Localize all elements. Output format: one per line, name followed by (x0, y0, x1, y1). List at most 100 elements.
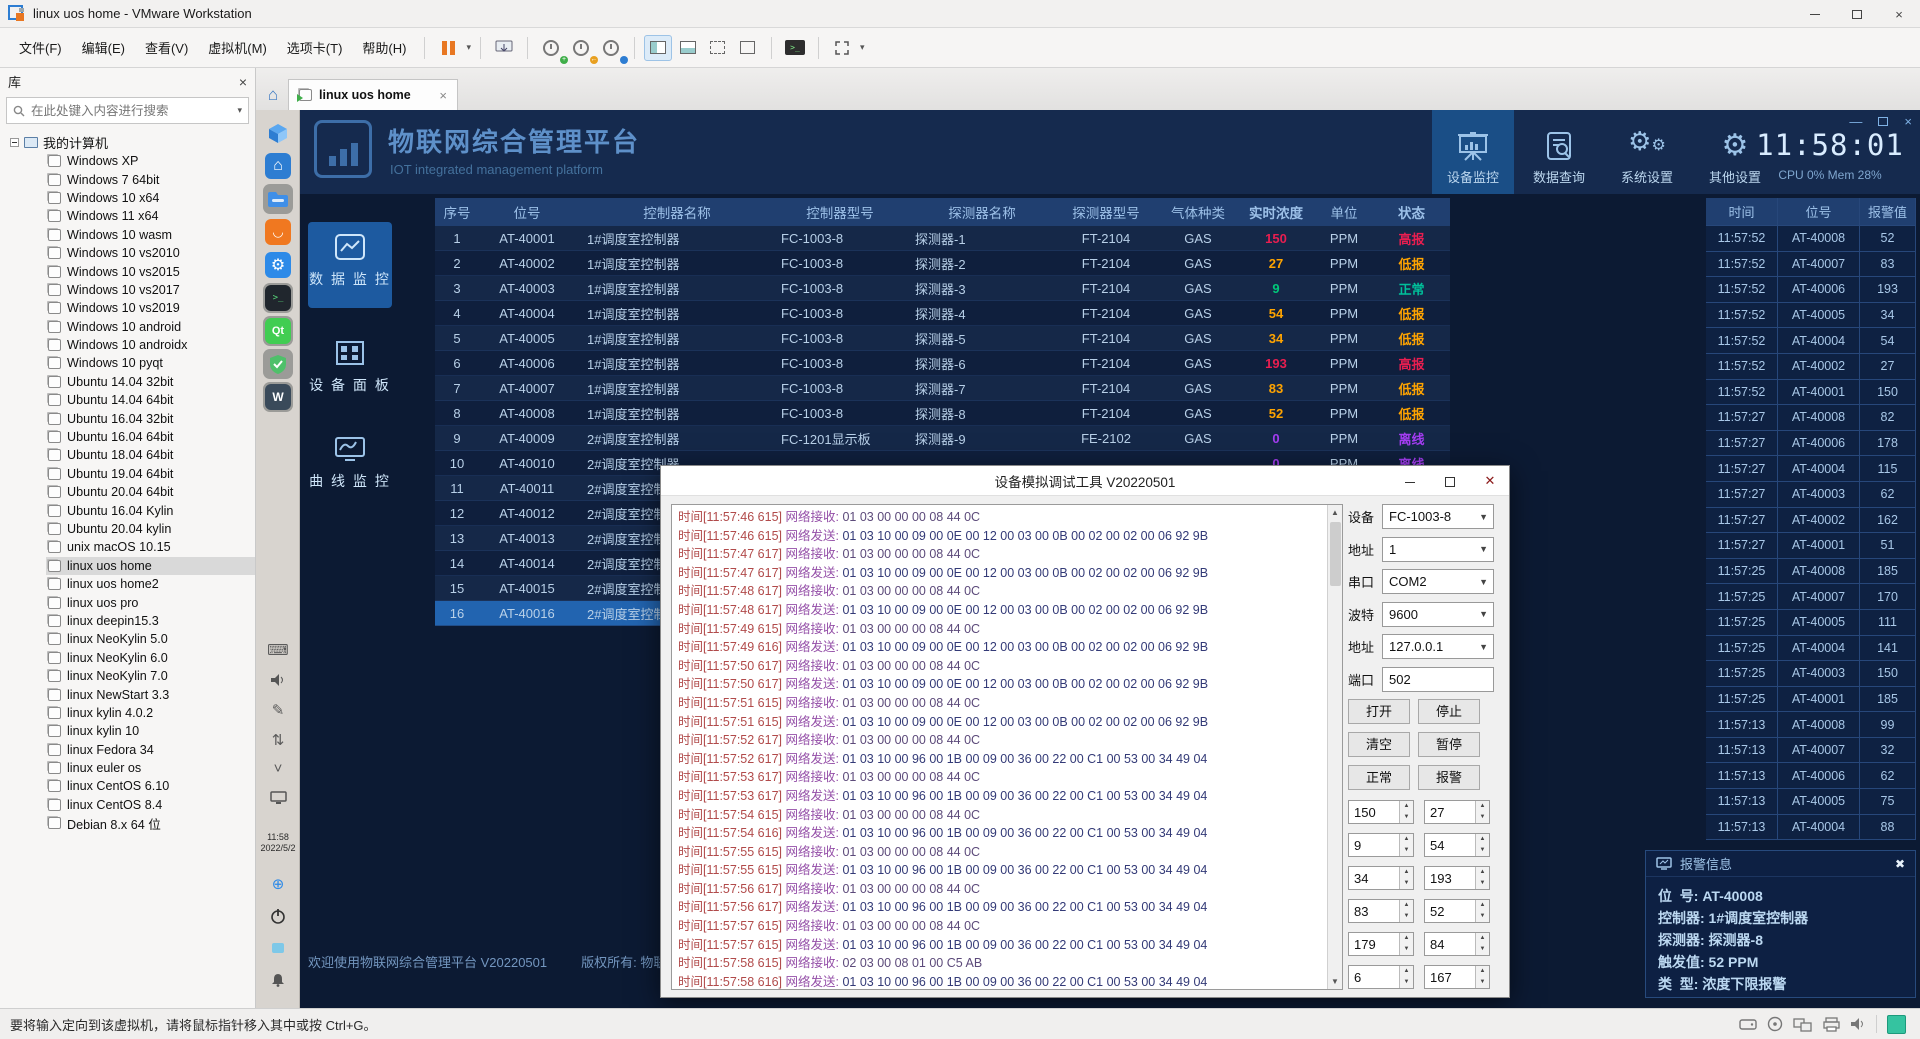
alarm-list-row[interactable]: 11:57:13 AT-40006 62 (1706, 763, 1916, 789)
device-table-row[interactable]: 6 AT-40006 1#调度室控制器 FC-1003-8 探测器-6 FT-2… (435, 351, 1450, 376)
alarm-info-close-icon[interactable]: ✖ (1895, 857, 1905, 871)
fullscreen-icon[interactable] (828, 35, 856, 61)
pause-dropdown-icon[interactable]: ▾ (466, 42, 471, 53)
alarm-list-row[interactable]: 11:57:27 AT-40006 178 (1706, 431, 1916, 457)
value-spinner[interactable]: 179 ▲▼ (1348, 932, 1414, 956)
combo-arrow-icon[interactable]: ▼ (1479, 544, 1488, 554)
alarm-list-row[interactable]: 11:57:52 AT-40001 150 (1706, 380, 1916, 406)
dialog-close-icon[interactable]: ✕ (1477, 473, 1503, 489)
launcher-icon[interactable] (263, 118, 293, 148)
dialog-button[interactable]: 报警 (1418, 765, 1480, 790)
vm-list-item[interactable]: linux NeoKylin 6.0 (46, 649, 255, 667)
alarm-list-row[interactable]: 11:57:27 AT-40003 62 (1706, 482, 1916, 508)
spinner-arrows[interactable]: ▲▼ (1399, 834, 1413, 856)
tree-collapse-icon[interactable] (10, 138, 19, 147)
combo-arrow-icon[interactable]: ▼ (1479, 512, 1488, 522)
fullscreen-dropdown-icon[interactable]: ▾ (860, 42, 865, 53)
snapshot-manager-icon[interactable] (597, 35, 625, 61)
device-table-row[interactable]: 2 AT-40002 1#调度室控制器 FC-1003-8 探测器-2 FT-2… (435, 251, 1450, 276)
value-spinner[interactable]: 84 ▲▼ (1424, 932, 1490, 956)
show-library-icon[interactable] (644, 35, 672, 61)
spinner-arrows[interactable]: ▲▼ (1399, 933, 1413, 955)
vm-list-item[interactable]: Ubuntu 20.04 kylin (46, 520, 255, 538)
sidenav-data-monitor[interactable]: 数 据 监 控 (308, 222, 392, 308)
tab-close-icon[interactable]: × (439, 88, 447, 103)
vm-list-item[interactable]: Ubuntu 16.04 Kylin (46, 501, 255, 519)
usb-devices-icon[interactable] (1793, 1017, 1813, 1032)
spinner-arrows[interactable]: ▲▼ (1475, 801, 1489, 823)
collapse-icon[interactable]: ˅ (266, 756, 290, 780)
library-search[interactable]: ▾ (6, 97, 249, 124)
vm-list-item[interactable]: Ubuntu 20.04 64bit (46, 483, 255, 501)
vm-list-item[interactable]: linux kylin 4.0.2 (46, 704, 255, 722)
vm-list-item[interactable]: Windows 10 vs2015 (46, 262, 255, 280)
alarm-list-row[interactable]: 11:57:27 AT-40008 82 (1706, 405, 1916, 431)
device-table-row[interactable]: 5 AT-40005 1#调度室控制器 FC-1003-8 探测器-5 FT-2… (435, 326, 1450, 351)
vm-list-item[interactable]: Ubuntu 19.04 64bit (46, 465, 255, 483)
field-input[interactable]: COM2 ▼ (1382, 569, 1494, 594)
alarm-list-row[interactable]: 11:57:25 AT-40005 111 (1706, 610, 1916, 636)
search-scope-dropdown-icon[interactable]: ▾ (237, 105, 242, 116)
spinner-arrows[interactable]: ▲▼ (1475, 933, 1489, 955)
home-tab-icon[interactable]: ⌂ (258, 80, 288, 110)
cd-icon[interactable] (1767, 1016, 1783, 1032)
close-button[interactable]: × (1878, 0, 1920, 28)
network-globe-icon[interactable]: ⊕ (266, 872, 290, 896)
revert-snapshot-icon[interactable]: ← (567, 35, 595, 61)
printer-icon[interactable] (1823, 1017, 1840, 1032)
combo-arrow-icon[interactable]: ▼ (1479, 609, 1488, 619)
alarm-list-row[interactable]: 11:57:13 AT-40008 99 (1706, 712, 1916, 738)
field-input[interactable]: FC-1003-8 ▼ (1382, 504, 1494, 529)
dialog-minimize-icon[interactable] (1397, 474, 1423, 489)
value-spinner[interactable]: 150 ▲▼ (1348, 800, 1414, 824)
spinner-arrows[interactable]: ▲▼ (1399, 801, 1413, 823)
app-maximize-icon[interactable] (1878, 117, 1888, 126)
spinner-arrows[interactable]: ▲▼ (1475, 834, 1489, 856)
dialog-button[interactable]: 清空 (1348, 732, 1410, 757)
maximize-button[interactable] (1836, 0, 1878, 28)
vm-list-item[interactable]: linux Fedora 34 (46, 741, 255, 759)
vm-list-item[interactable]: linux CentOS 8.4 (46, 796, 255, 814)
vm-list-item[interactable]: Ubuntu 14.04 32bit (46, 373, 255, 391)
topnav-device-monitor[interactable]: 设备监控 (1432, 110, 1514, 194)
switch-icon[interactable]: ⇅ (266, 728, 290, 752)
device-table-row[interactable]: 4 AT-40004 1#调度室控制器 FC-1003-8 探测器-4 FT-2… (435, 301, 1450, 326)
alarm-list-row[interactable]: 11:57:27 AT-40004 115 (1706, 456, 1916, 482)
vm-list-item[interactable]: Windows 10 pyqt (46, 354, 255, 372)
vm-list-item[interactable]: unix macOS 10.15 (46, 538, 255, 556)
minimize-button[interactable] (1794, 0, 1836, 28)
terminal-icon[interactable]: >_ (263, 283, 293, 313)
value-spinner[interactable]: 83 ▲▼ (1348, 899, 1414, 923)
vm-tray-icon[interactable] (1887, 1015, 1906, 1034)
security-shield-icon[interactable] (263, 349, 293, 379)
dock-clock[interactable]: 11:582022/5/2 (256, 832, 300, 854)
menu-item[interactable]: 编辑(E) (73, 33, 134, 62)
vm-list-item[interactable]: Windows 10 vs2019 (46, 299, 255, 317)
device-table-row[interactable]: 3 AT-40003 1#调度室控制器 FC-1003-8 探测器-3 FT-2… (435, 276, 1450, 301)
vm-list-item[interactable]: Windows 10 androidx (46, 336, 255, 354)
alarm-list-row[interactable]: 11:57:52 AT-40006 193 (1706, 277, 1916, 303)
vm-list-item[interactable]: Windows 10 x64 (46, 189, 255, 207)
vm-list-item[interactable]: Windows 7 64bit (46, 170, 255, 188)
app-close-icon[interactable]: × (1904, 114, 1912, 129)
fit-guest-icon[interactable] (704, 35, 732, 61)
sound-icon[interactable] (1850, 1017, 1866, 1031)
alarm-list-row[interactable]: 11:57:52 AT-40004 54 (1706, 328, 1916, 354)
display-icon[interactable] (266, 786, 290, 810)
notification-bell-icon[interactable] (266, 968, 290, 992)
field-input[interactable]: 127.0.0.1 ▼ (1382, 634, 1494, 659)
alarm-list-row[interactable]: 11:57:13 AT-40004 88 (1706, 815, 1916, 841)
dialog-button[interactable]: 停止 (1418, 699, 1480, 724)
vm-list-item[interactable]: Windows 10 vs2017 (46, 281, 255, 299)
alarm-list-row[interactable]: 11:57:52 AT-40007 83 (1706, 252, 1916, 278)
screenshot-pen-icon[interactable]: ✎ (266, 698, 290, 722)
log-scrollbar[interactable]: ▲ ▼ (1327, 505, 1342, 989)
device-table-row[interactable]: 8 AT-40008 1#调度室控制器 FC-1003-8 探测器-8 FT-2… (435, 401, 1450, 426)
app-minimize-icon[interactable]: — (1849, 114, 1862, 129)
device-table-row[interactable]: 9 AT-40009 2#调度室控制器 FC-1201显示板 探测器-9 FE-… (435, 426, 1450, 451)
spinner-arrows[interactable]: ▲▼ (1399, 900, 1413, 922)
alarm-list-row[interactable]: 11:57:52 AT-40002 27 (1706, 354, 1916, 380)
alarm-list-row[interactable]: 11:57:27 AT-40001 51 (1706, 533, 1916, 559)
scroll-up-icon[interactable]: ▲ (1328, 505, 1342, 520)
field-input[interactable]: 9600 ▼ (1382, 602, 1494, 627)
